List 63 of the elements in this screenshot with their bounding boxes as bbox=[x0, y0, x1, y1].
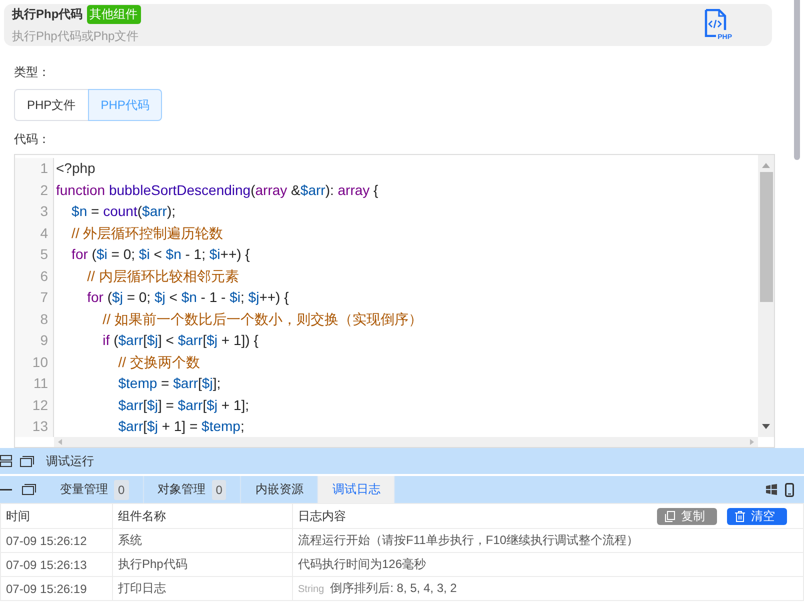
category-badge: 其他组件 bbox=[86, 5, 141, 24]
code-line: <?php bbox=[56, 159, 96, 178]
field-label: 代码： bbox=[14, 131, 50, 148]
line-number: 8 bbox=[39, 310, 48, 328]
line-number: 11 bbox=[32, 374, 48, 393]
table-cell: 07-09 15:26:19 bbox=[0, 576, 112, 600]
code-line: for ($j = 0; $j < $n - 1 - $i; $j++) { bbox=[86, 288, 290, 307]
code-line: // 交换两个数 bbox=[117, 352, 201, 372]
table-cell: 执行Php代码 bbox=[112, 552, 292, 576]
code-line: $arr[$j] = $arr[$j + 1]; bbox=[117, 396, 250, 415]
split-layout-icon[interactable] bbox=[0, 455, 12, 467]
page-scrollbar[interactable] bbox=[794, 0, 800, 160]
log-message: 流程运行开始（请按F11单步执行，F10继续执行调试整个流程） bbox=[298, 533, 638, 547]
line-number: 9 bbox=[39, 331, 48, 350]
panel-tab[interactable]: 对象管理 0 bbox=[144, 476, 242, 503]
code-line: function bubbleSortDescending(array &$arr): array { bbox=[56, 180, 380, 200]
table-cell: 系统 bbox=[112, 528, 292, 552]
line-number: 10 bbox=[31, 352, 48, 372]
line-number: 12 bbox=[31, 396, 48, 414]
panel-tab[interactable]: 变量管理 0 bbox=[46, 476, 144, 503]
line-number: 13 bbox=[31, 417, 48, 436]
windows-logo-icon[interactable] bbox=[766, 484, 777, 495]
line-number: 1 bbox=[39, 159, 48, 178]
column-header: 组件名称 bbox=[118, 508, 166, 522]
count-badge: 0 bbox=[212, 480, 226, 500]
type-tag: String bbox=[298, 584, 324, 595]
mobile-phone-icon[interactable] bbox=[785, 482, 794, 496]
column-header: 时间 bbox=[6, 508, 30, 522]
table-cell: 07-09 15:26:13 bbox=[0, 552, 112, 576]
line-number: 7 bbox=[39, 288, 48, 307]
code-line: // 内层循环比较相邻元素 bbox=[86, 266, 240, 286]
component-title: 执行Php代码 bbox=[12, 6, 83, 23]
clear-button[interactable]: 清空 bbox=[727, 508, 787, 524]
column-header: 日志内容 bbox=[298, 508, 346, 524]
table-cell: 07-09 15:26:12 bbox=[0, 528, 112, 552]
segment-option[interactable]: PHP文件 bbox=[14, 89, 89, 121]
code-line: // 外层循环控制遍历轮数 bbox=[70, 224, 224, 242]
line-number: 2 bbox=[39, 180, 48, 200]
window-icon[interactable] bbox=[20, 456, 34, 466]
window-icon[interactable] bbox=[22, 484, 36, 495]
panel-tab[interactable]: 调试日志 bbox=[318, 476, 396, 503]
code-line: $n = count($arr); bbox=[70, 202, 176, 221]
count-badge: 0 bbox=[114, 480, 129, 500]
log-message: 倒序排列后: 8, 5, 4, 3, 2 bbox=[330, 581, 457, 595]
code-line: $temp = $arr[$j]; bbox=[117, 374, 222, 393]
line-number: 3 bbox=[39, 202, 48, 221]
panel-title: 调试运行 bbox=[46, 452, 94, 470]
minimize-icon[interactable] bbox=[0, 488, 12, 490]
scroll-down-icon[interactable] bbox=[762, 424, 770, 429]
field-label: 类型： bbox=[14, 64, 50, 81]
line-number: 6 bbox=[39, 266, 48, 286]
log-message: 代码执行时间为126毫秒 bbox=[298, 557, 426, 571]
code-line: $arr[$j + 1] = $temp; bbox=[117, 417, 246, 436]
code-line: // 如果前一个数比后一个数小，则交换（实现倒序） bbox=[102, 310, 422, 328]
component-description: 执行Php代码或Php文件 bbox=[12, 28, 140, 45]
copy-icon bbox=[665, 510, 675, 522]
trash-icon bbox=[735, 510, 745, 522]
line-number: 4 bbox=[39, 224, 48, 242]
code-line: if ($arr[$j] < $arr[$j + 1]) { bbox=[102, 331, 260, 350]
table-cell: 打印日志 bbox=[112, 576, 292, 600]
line-number: 5 bbox=[39, 245, 48, 264]
code-line: for ($i = 0; $i < $n - 1; $i++) { bbox=[70, 245, 251, 264]
scrollbar-thumb[interactable] bbox=[760, 172, 772, 302]
